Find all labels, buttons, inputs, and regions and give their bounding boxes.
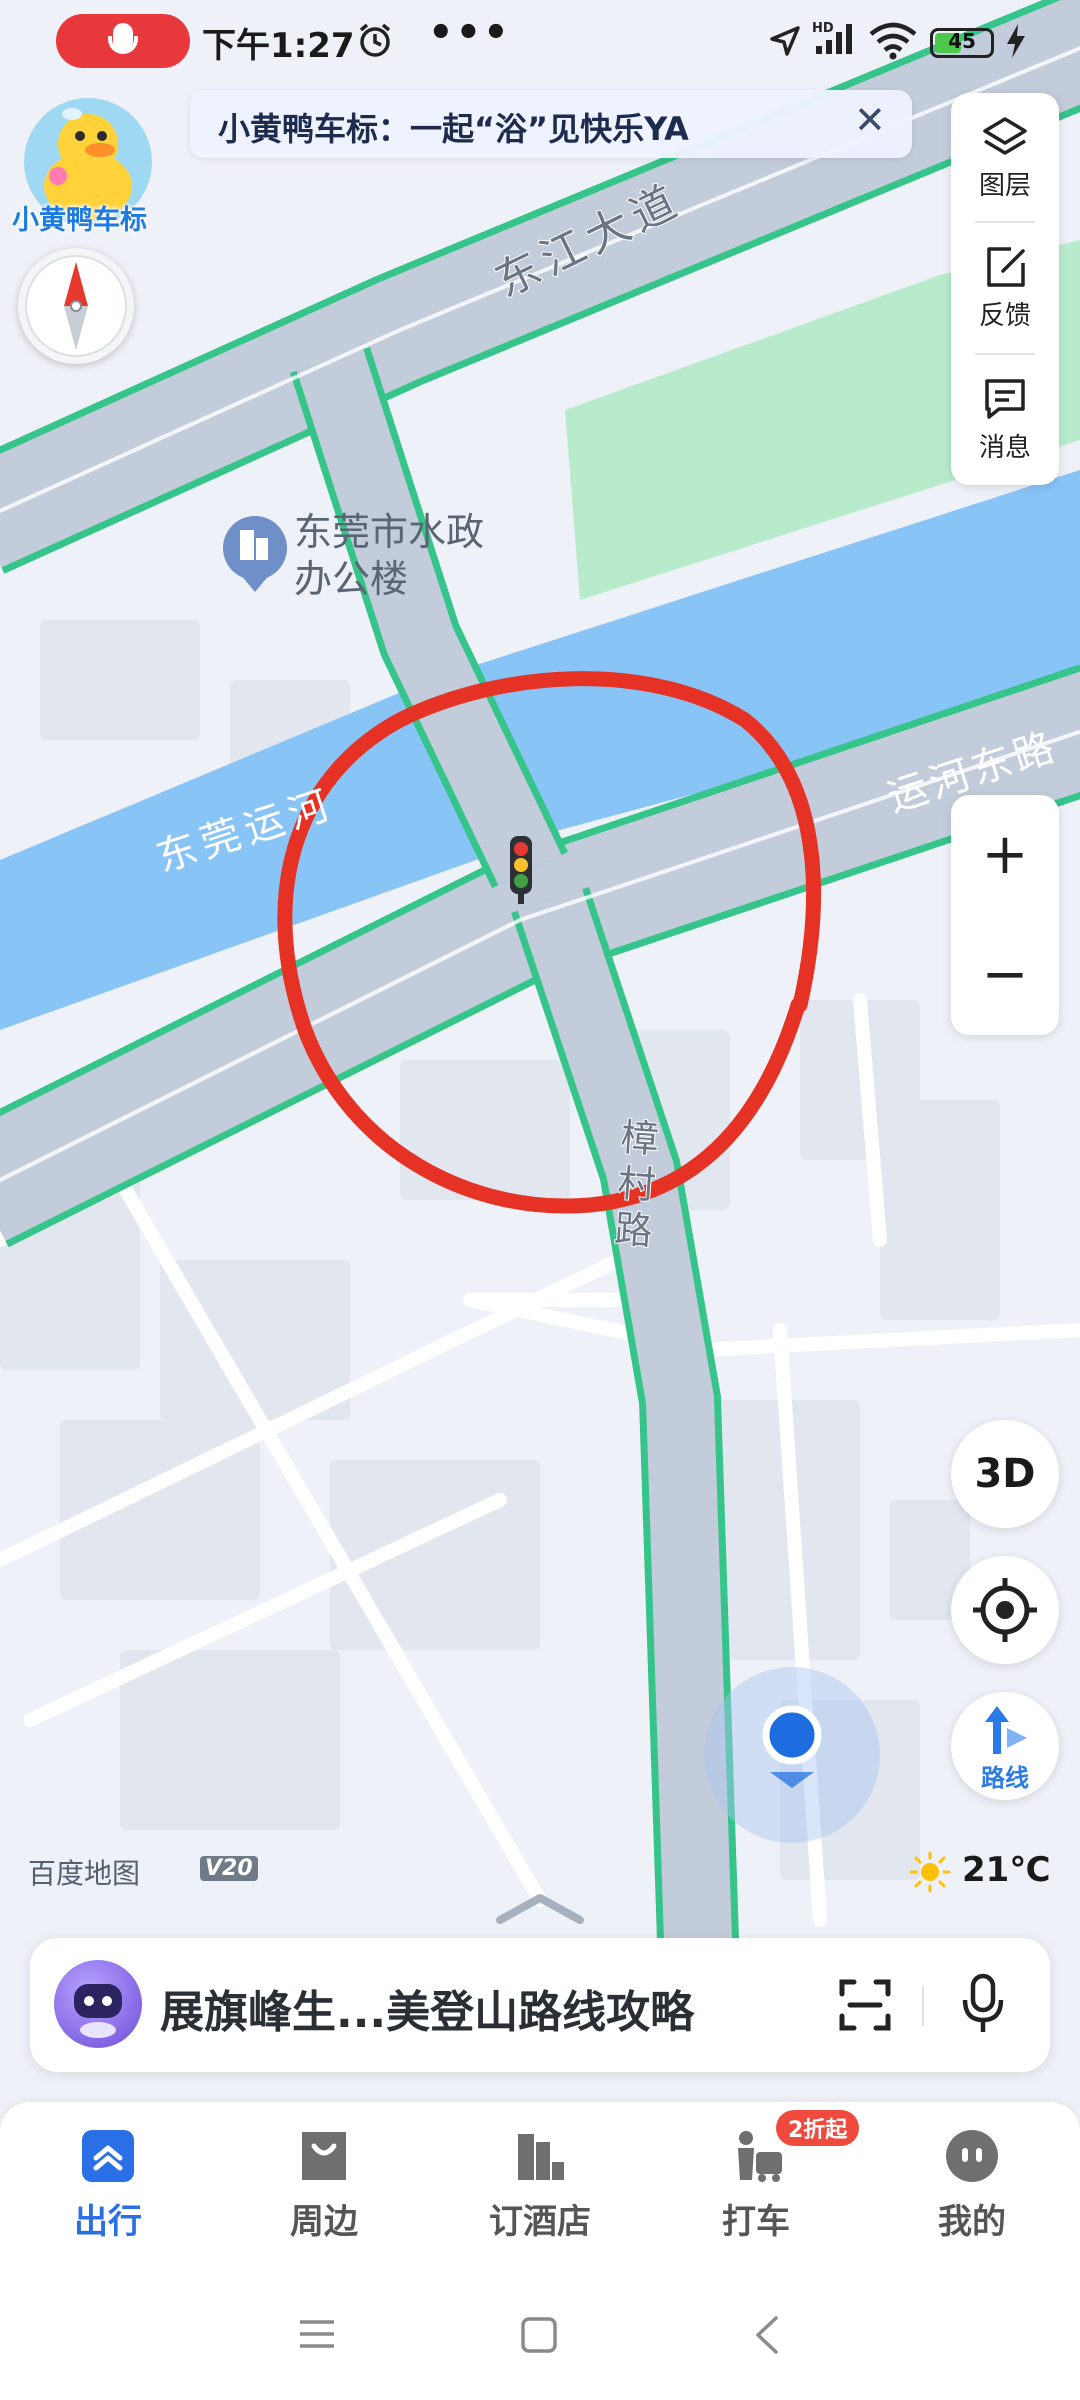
3d-view-button[interactable]: 3D (951, 1420, 1059, 1528)
tab-hotel-label: 订酒店 (489, 2202, 591, 2242)
menu-icon[interactable] (298, 2318, 336, 2350)
route-button[interactable]: 路线 (951, 1692, 1059, 1800)
road-label-char: 村 (616, 1163, 657, 1208)
messages-button[interactable]: 消息 (951, 355, 1059, 485)
map-version-badge: V20 (200, 1856, 258, 1881)
weather-temperature: 21℃ (962, 1850, 1051, 1890)
charging-bolt-icon (1007, 24, 1025, 58)
layers-button[interactable]: 图层 (951, 93, 1059, 223)
status-time: 下午1:27 (202, 26, 355, 66)
compass-button[interactable] (18, 248, 134, 364)
bottom-navigation: 出行 周边 订酒店 2折起 打车 我的 (0, 2102, 1080, 2268)
feedback-button[interactable]: 反馈 (951, 223, 1059, 353)
robot-icon (74, 1984, 122, 2038)
promo-banner[interactable]: 小黄鸭车标：一起“浴”见快乐YA ✕ (190, 90, 912, 158)
hotel-building-icon (518, 2134, 564, 2180)
feedback-label: 反馈 (978, 301, 1031, 331)
battery-level: 45 (948, 29, 976, 53)
close-icon[interactable]: ✕ (854, 98, 886, 142)
user-location-marker[interactable] (704, 1667, 880, 1843)
ai-assistant-avatar[interactable] (54, 1960, 142, 2048)
alarm-clock-icon (359, 23, 391, 57)
scan-icon[interactable] (836, 1976, 894, 2034)
tab-taxi[interactable]: 2折起 打车 (666, 2102, 860, 2268)
profile-face-icon (946, 2130, 998, 2182)
signal-strength-icon: HD (812, 21, 852, 54)
back-icon[interactable] (752, 2314, 782, 2356)
layers-label: 图层 (978, 171, 1031, 201)
layers-icon (983, 117, 1027, 155)
locate-icon (973, 1578, 1037, 1642)
navigation-arrow-icon (770, 26, 800, 56)
road-label-char: 樟 (619, 1117, 660, 1162)
search-bar[interactable]: 展旗峰生...美登山路线攻略 (30, 1938, 1050, 2072)
message-icon (985, 379, 1025, 419)
tab-travel[interactable]: 出行 (18, 2102, 198, 2268)
tab-nearby[interactable]: 周边 (234, 2102, 414, 2268)
voice-search-icon[interactable] (960, 1972, 1006, 2038)
nearby-bag-icon (302, 2132, 346, 2180)
search-suggestion-text[interactable]: 展旗峰生...美登山路线攻略 (160, 1976, 694, 2040)
messages-label: 消息 (978, 433, 1031, 463)
locate-me-button[interactable] (951, 1556, 1059, 1664)
system-navigation-bar (0, 2268, 1080, 2400)
edit-feedback-icon (987, 247, 1025, 287)
duck-avatar-label: 小黄鸭车标 (12, 205, 147, 236)
mic-stand (108, 36, 138, 54)
zoom-out-button[interactable]: − (951, 915, 1059, 1035)
tab-nearby-label: 周边 (290, 2202, 358, 2242)
poi-label-line1: 东莞市水政 (294, 512, 484, 554)
voice-recording-pill[interactable] (56, 14, 190, 68)
tab-profile-label: 我的 (938, 2202, 1006, 2242)
zoom-controls: + − (951, 795, 1059, 1035)
weather-widget[interactable]: 21℃ (908, 1850, 1051, 1898)
map-brand-logo: 百度地图 (28, 1857, 141, 1890)
tab-hotel[interactable]: 订酒店 (450, 2102, 630, 2268)
chevron-up-icon[interactable] (494, 1888, 586, 1928)
poi-label-line2: 办公楼 (294, 559, 408, 601)
status-bar: 下午1:27 ••• HD 45 (0, 0, 1080, 80)
battery-icon: 45 (930, 28, 994, 58)
road-label-char: 路 (613, 1209, 654, 1254)
taxi-discount-badge: 2折起 (776, 2110, 860, 2146)
more-dots-icon: ••• (428, 10, 511, 56)
wifi-icon (869, 22, 917, 60)
zoom-in-button[interactable]: + (951, 795, 1059, 915)
divider (922, 1986, 924, 2026)
compass-icon (25, 255, 127, 357)
sun-icon (909, 1851, 951, 1893)
tab-travel-label: 出行 (74, 2202, 142, 2242)
tab-profile[interactable]: 我的 (882, 2102, 1062, 2268)
home-icon[interactable] (520, 2316, 558, 2354)
svg-text:HD: HD (812, 21, 834, 36)
route-label: 路线 (981, 1764, 1029, 1792)
tab-taxi-label: 打车 (722, 2202, 790, 2242)
promo-banner-text: 小黄鸭车标：一起“浴”见快乐YA (218, 110, 689, 148)
travel-icon (82, 2130, 134, 2182)
route-arrow-icon (985, 1706, 1027, 1754)
map-tools-panel: 图层 反馈 消息 (951, 93, 1059, 485)
